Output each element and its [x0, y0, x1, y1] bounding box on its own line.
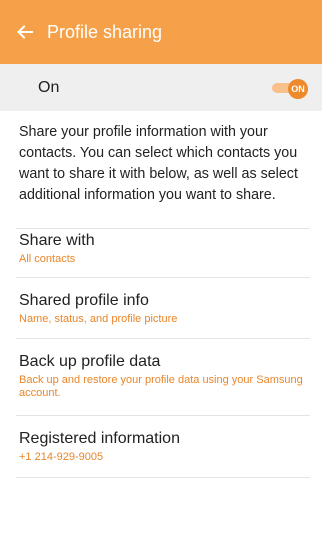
shared-profile-info-value: Name, status, and profile picture	[19, 313, 178, 325]
shared-profile-info-item[interactable]: Shared profile info Name, status, and pr…	[19, 290, 310, 326]
registered-information-title: Registered information	[19, 430, 180, 447]
back-up-profile-data-title: Back up profile data	[19, 353, 161, 370]
back-up-profile-data-item[interactable]: Back up profile data Back up and restore…	[19, 351, 310, 400]
share-with-title: Share with	[19, 232, 95, 249]
divider	[16, 338, 310, 339]
share-with-item[interactable]: Share with All contacts	[19, 230, 310, 266]
back-up-profile-data-description: Back up and restore your profile data us…	[19, 374, 303, 399]
back-arrow-icon	[17, 25, 33, 39]
divider	[16, 277, 310, 278]
toggle-thumb: ON	[288, 78, 308, 99]
master-switch-row[interactable]: On ON	[0, 64, 322, 111]
registered-information-item[interactable]: Registered information +1 214-929-9005	[19, 428, 310, 464]
master-switch-label: On	[38, 78, 60, 96]
app-bar: Profile sharing	[0, 0, 322, 64]
shared-profile-info-title: Shared profile info	[19, 292, 149, 309]
divider	[16, 477, 310, 478]
master-toggle-switch[interactable]: ON	[272, 78, 308, 99]
divider	[16, 228, 310, 229]
share-with-value: All contacts	[19, 253, 76, 265]
page-title: Profile sharing	[47, 21, 163, 42]
registered-phone-number: +1 214-929-9005	[19, 451, 104, 463]
description-text: Share your profile information with your…	[19, 124, 298, 203]
divider	[16, 415, 310, 416]
back-button[interactable]	[5, 12, 45, 52]
